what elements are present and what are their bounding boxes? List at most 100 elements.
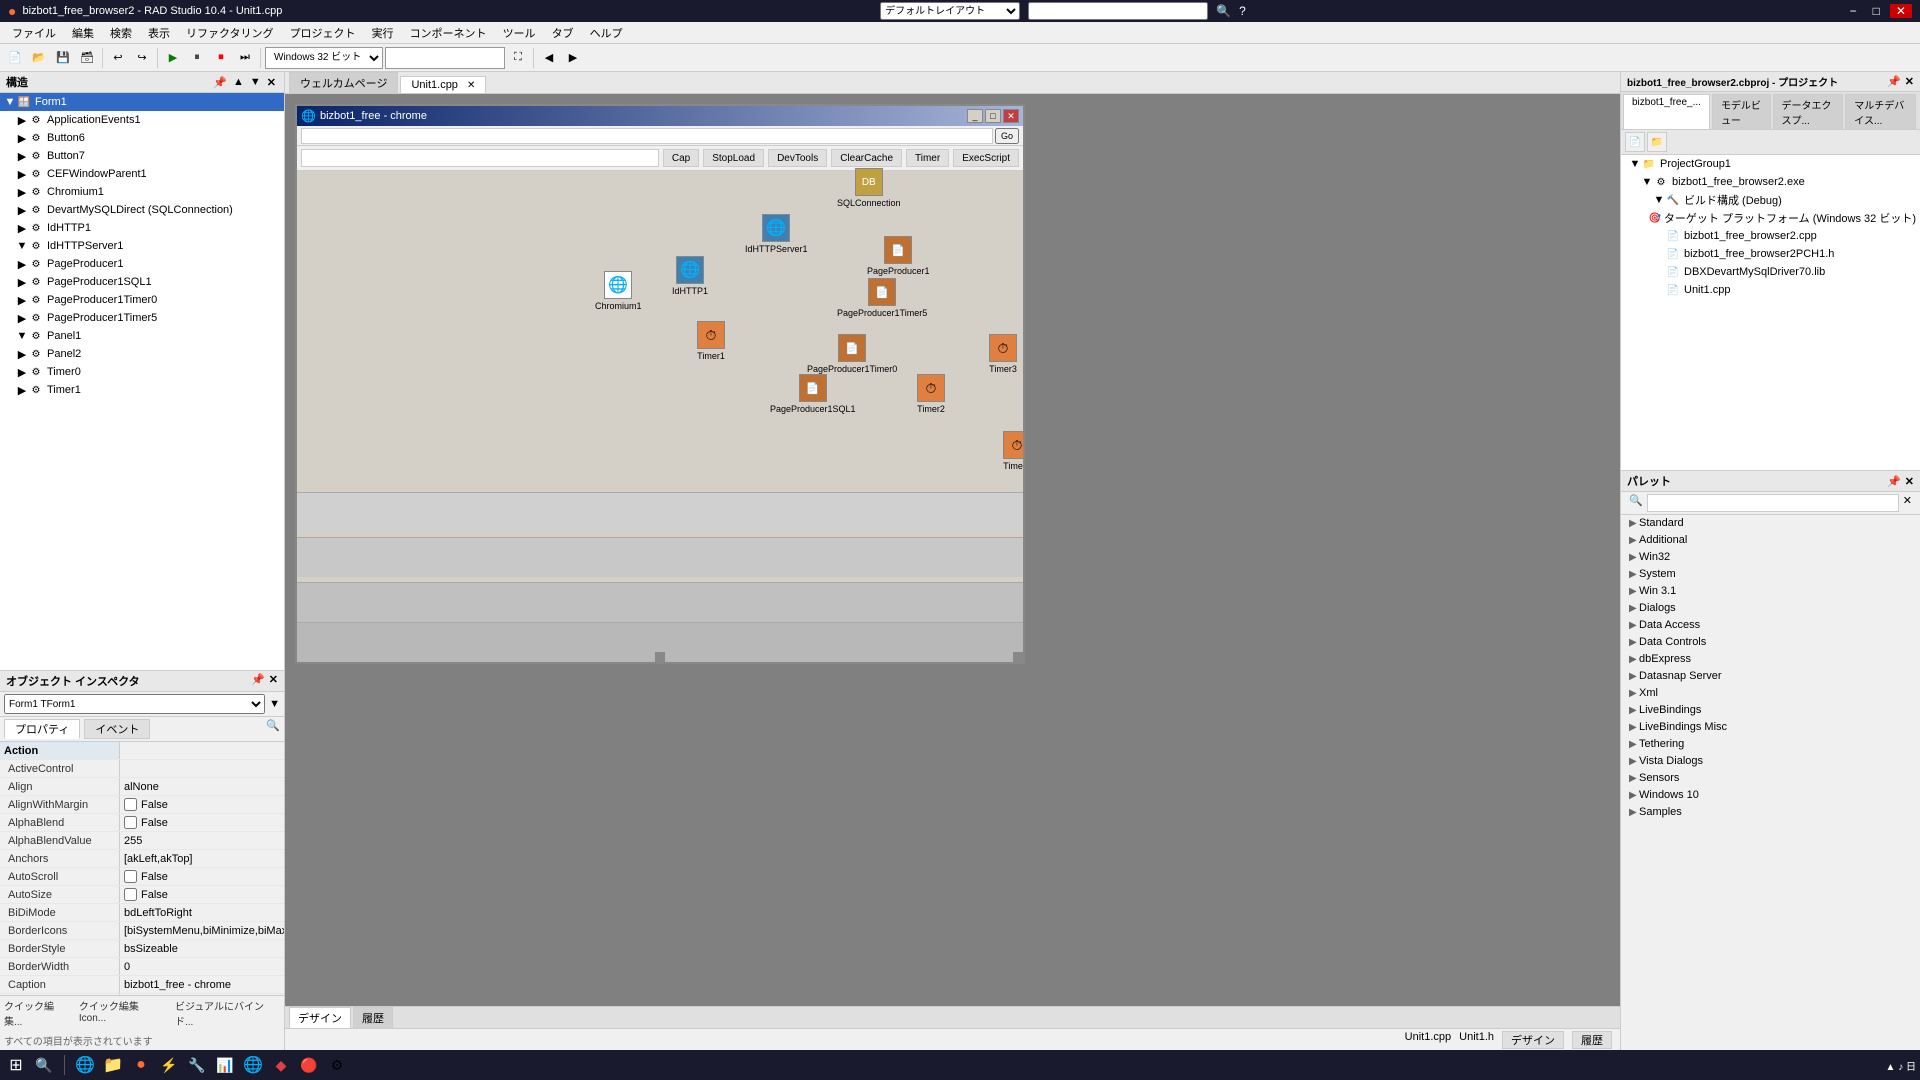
tree-item-Timer0[interactable]: ▶⚙Timer0 — [0, 363, 284, 381]
taskbar-app1[interactable]: ⚡ — [157, 1053, 181, 1077]
go-input[interactable] — [301, 128, 993, 144]
taskbar-search[interactable]: 🔍 — [32, 1053, 56, 1077]
go-button[interactable]: Go — [995, 128, 1019, 144]
structure-up[interactable]: ▲ — [231, 76, 246, 89]
center-tab-デザイン[interactable]: デザイン — [289, 1007, 351, 1028]
toolbar-step[interactable]: ⏭ — [234, 47, 256, 69]
btn-execscript[interactable]: ExecScript — [953, 149, 1019, 167]
tree-item-Button7[interactable]: ▶⚙Button7 — [0, 147, 284, 165]
platform-select[interactable]: Windows 32 ビット — [265, 47, 383, 69]
prop-value-caption[interactable]: bizbot1_free - chrome — [120, 976, 284, 993]
palette-item-win3.1[interactable]: ▶Win 3.1 — [1621, 583, 1920, 600]
rp-tab-1[interactable]: モデルビュー — [1712, 94, 1771, 129]
proj-tb-2[interactable]: 📁 — [1647, 132, 1667, 152]
palette-item-samples[interactable]: ▶Samples — [1621, 804, 1920, 821]
rp-tab-0[interactable]: bizbot1_free_... — [1623, 94, 1710, 129]
toolbar-run[interactable]: ▶ — [162, 47, 184, 69]
btn-cap[interactable]: Cap — [663, 149, 699, 167]
center-tab-履歴[interactable]: 履歴 — [353, 1007, 393, 1028]
status-history[interactable]: 履歴 — [1572, 1031, 1612, 1049]
resize-handle-corner[interactable] — [1013, 652, 1023, 662]
rp-tab-3[interactable]: マルチデバイス... — [1845, 94, 1916, 129]
btn-timer[interactable]: Timer — [906, 149, 949, 167]
component-idhttpserver1[interactable]: 🌐 IdHTTPServer1 — [745, 214, 808, 254]
tree-item-PageProducer1Timer0[interactable]: ▶⚙PageProducer1Timer0 — [0, 291, 284, 309]
obj-select[interactable]: Form1 TForm1 — [4, 694, 265, 714]
taskbar-start[interactable]: ⊞ — [4, 1053, 28, 1077]
prop-value-bordericons[interactable]: [biSystemMenu,biMinimize,biMaximize] — [120, 922, 284, 939]
btn-devtools[interactable]: DevTools — [768, 149, 827, 167]
toolbar-saveall[interactable]: 🗃 — [76, 47, 98, 69]
prop-value-align[interactable]: alNone — [120, 778, 284, 795]
prop-value-autoscroll[interactable]: False — [120, 868, 284, 885]
obj-search-icon[interactable]: 🔍 — [266, 719, 280, 739]
btn-stopload[interactable]: StopLoad — [703, 149, 764, 167]
maximize-button[interactable]: □ — [1867, 4, 1886, 18]
toolbar-full[interactable]: ⛶ — [507, 47, 529, 69]
palette-item-standard[interactable]: ▶Standard — [1621, 515, 1920, 532]
taskbar-app3[interactable]: 📊 — [213, 1053, 237, 1077]
menu-item-リファクタリング[interactable]: リファクタリング — [178, 23, 282, 43]
tab-events[interactable]: イベント — [84, 719, 150, 739]
status-file1[interactable]: Unit1.cpp — [1405, 1031, 1451, 1049]
taskbar-app2[interactable]: 🔧 — [185, 1053, 209, 1077]
status-design[interactable]: デザイン — [1502, 1031, 1564, 1049]
tree-item-Timer1[interactable]: ▶⚙Timer1 — [0, 381, 284, 399]
tree-item-CEFWindowParent1[interactable]: ▶⚙CEFWindowParent1 — [0, 165, 284, 183]
proj-tree-item[interactable]: 🎯ターゲット プラットフォーム (Windows 32 ビット) — [1621, 209, 1920, 227]
palette-item-windows10[interactable]: ▶Windows 10 — [1621, 787, 1920, 804]
component-idhttp1[interactable]: 🌐 IdHTTP1 — [672, 256, 708, 296]
url-input[interactable]: http://www.dw-dev.com/trade1/webdb.cgi?-… — [301, 149, 659, 167]
palette-item-win32[interactable]: ▶Win32 — [1621, 549, 1920, 566]
design-area[interactable]: 🌐 bizbot1_free - chrome _ □ ✕ Go — [285, 94, 1620, 1006]
toolbar-redo[interactable]: ↪ — [131, 47, 153, 69]
component-timer3[interactable]: ⏱ Timer3 — [989, 334, 1017, 374]
proj-tree-item[interactable]: 📄DBXDevartMySqlDriver70.lib — [1621, 263, 1920, 281]
checkbox-alphablend[interactable] — [124, 816, 137, 829]
proj-tree-item[interactable]: ▼📁ProjectGroup1 — [1621, 155, 1920, 173]
toolbar-forward[interactable]: ▶ — [562, 47, 584, 69]
prop-value-action[interactable] — [120, 742, 284, 759]
palette-item-tethering[interactable]: ▶Tethering — [1621, 736, 1920, 753]
tree-item-IdHTTP1[interactable]: ▶⚙IdHTTP1 — [0, 219, 284, 237]
tab-welcome[interactable]: ウェルカムページ — [289, 72, 398, 93]
tree-item-DevartMySQLDirect(SQLConnection)[interactable]: ▶⚙DevartMySQLDirect (SQLConnection) — [0, 201, 284, 219]
tab-properties[interactable]: プロパティ — [4, 719, 80, 739]
component-pageproducer1sql1[interactable]: 📄 PageProducer1SQL1 — [770, 374, 856, 414]
prop-value-activecontrol[interactable] — [120, 760, 284, 777]
component-timer1[interactable]: ⏱ Timer1 — [697, 321, 725, 361]
tree-item-Form1[interactable]: ▼🪟Form1 — [0, 93, 284, 111]
menu-item-プロジェクト[interactable]: プロジェクト — [282, 23, 364, 43]
menu-item-実行[interactable]: 実行 — [364, 23, 402, 43]
component-pageproducer1timer0[interactable]: 📄 PageProducer1Timer0 — [807, 334, 897, 374]
proj-tree-item[interactable]: 📄bizbot1_free_browser2.cpp — [1621, 227, 1920, 245]
proj-tb-1[interactable]: 📄 — [1625, 132, 1645, 152]
toolbar-pause[interactable]: ⏸ — [186, 47, 208, 69]
taskbar-app4[interactable]: ◆ — [269, 1053, 293, 1077]
tab-unit1[interactable]: Unit1.cpp ✕ — [400, 76, 486, 93]
tab-unit1-close[interactable]: ✕ — [467, 80, 475, 91]
component-chromium1[interactable]: 🌐 Chromium1 — [595, 271, 642, 311]
rp-tab-2[interactable]: データエクスプ... — [1773, 94, 1844, 129]
component-timer2[interactable]: ⏱ Timer2 — [917, 374, 945, 414]
palette-pin[interactable]: 📌 — [1887, 475, 1901, 488]
palette-item-xml[interactable]: ▶Xml — [1621, 685, 1920, 702]
quick-link-クイック編集icon...[interactable]: クイック編集 Icon... — [79, 998, 167, 1028]
prop-value-bidimode[interactable]: bdLeftToRight — [120, 904, 284, 921]
taskbar-edge[interactable]: 🌐 — [73, 1053, 97, 1077]
quick-link-クイック編集...[interactable]: クイック編集... — [4, 998, 71, 1028]
palette-item-datacontrols[interactable]: ▶Data Controls — [1621, 634, 1920, 651]
proj-tree-item[interactable]: ▼⚙bizbot1_free_browser2.exe — [1621, 173, 1920, 191]
palette-clear-icon[interactable]: ✕ — [1899, 494, 1916, 512]
form-maximize[interactable]: □ — [985, 109, 1001, 123]
minimize-button[interactable]: − — [1844, 4, 1863, 18]
palette-item-datasnapserver[interactable]: ▶Datasnap Server — [1621, 668, 1920, 685]
palette-item-dataaccess[interactable]: ▶Data Access — [1621, 617, 1920, 634]
layout-select[interactable]: デフォルトレイアウト — [880, 2, 1020, 20]
tree-item-Button6[interactable]: ▶⚙Button6 — [0, 129, 284, 147]
form-minimize[interactable]: _ — [967, 109, 983, 123]
tree-item-PageProducer1Timer5[interactable]: ▶⚙PageProducer1Timer5 — [0, 309, 284, 327]
taskbar-rad[interactable]: ● — [129, 1053, 153, 1077]
component-timer4[interactable]: ⏱ Timer4 — [1003, 431, 1023, 471]
prop-value-alignwithmargin[interactable]: False — [120, 796, 284, 813]
